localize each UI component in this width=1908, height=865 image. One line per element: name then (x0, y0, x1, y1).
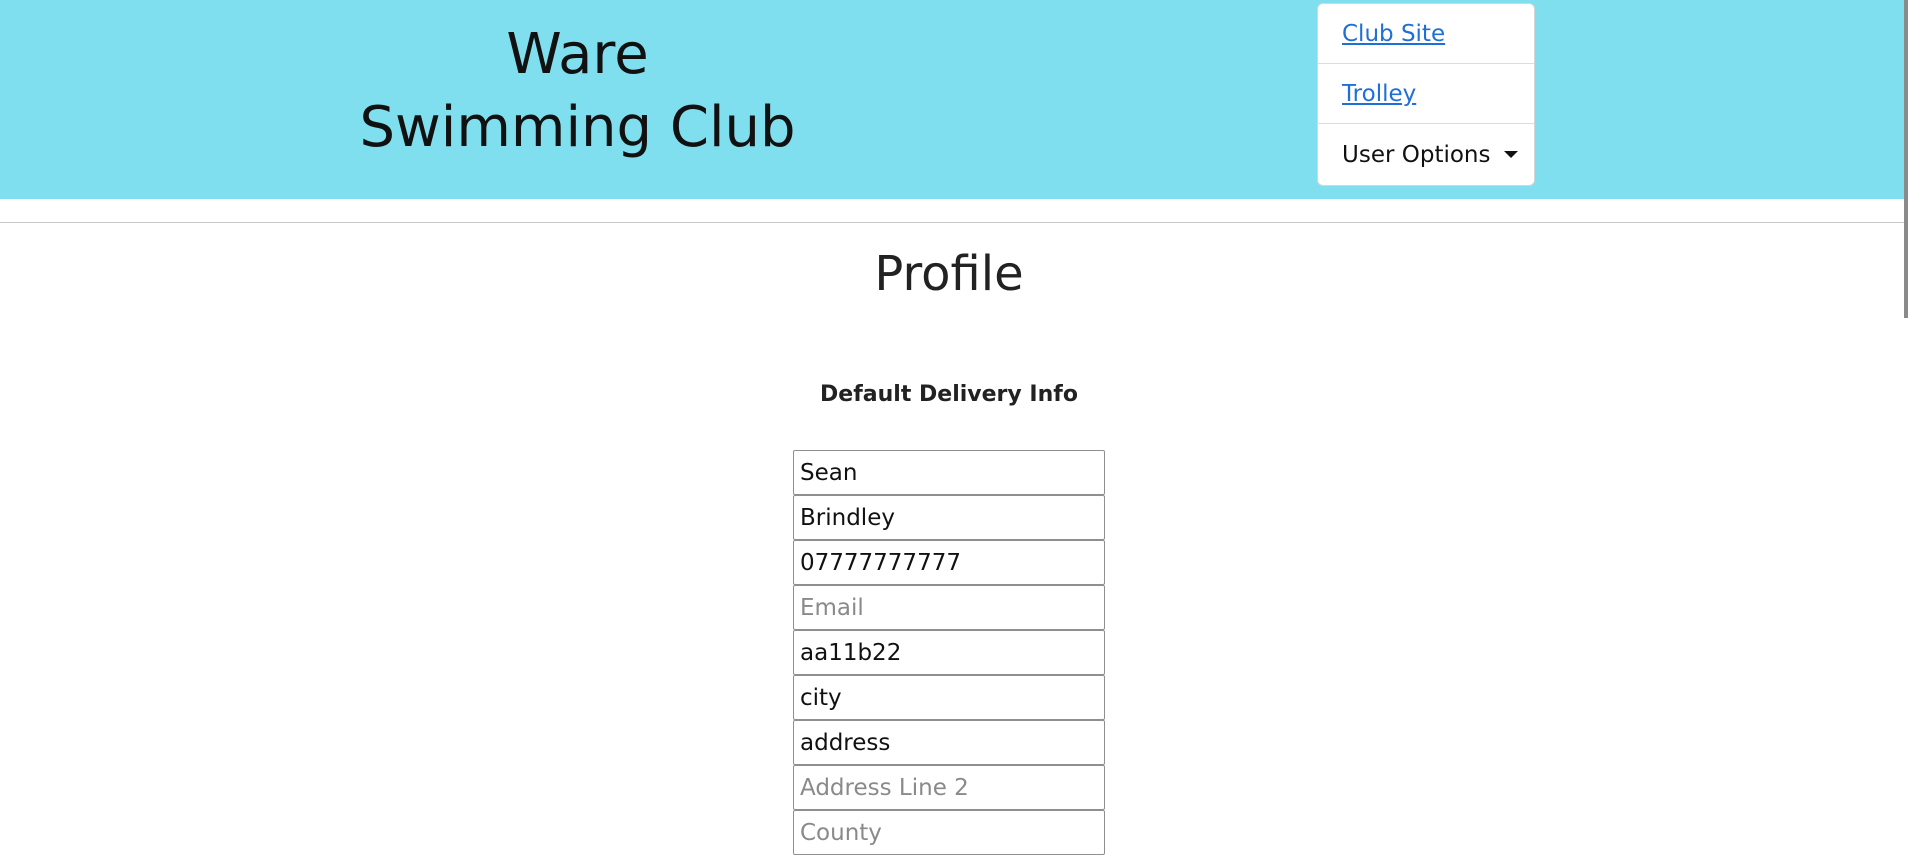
postcode-field[interactable] (793, 630, 1105, 675)
nav-item-user-options[interactable]: User Options (1318, 124, 1534, 185)
caret-down-icon (1504, 151, 1519, 158)
brand-line-1: Ware (506, 22, 649, 87)
trolley-link[interactable]: Trolley (1342, 81, 1416, 107)
brand-title: Ware Swimming Club (300, 18, 855, 164)
section-heading: Default Delivery Info (820, 382, 1078, 407)
user-options-label: User Options (1342, 141, 1491, 168)
phone-field[interactable] (793, 540, 1105, 585)
address-line-2-field[interactable] (793, 765, 1105, 810)
header-divider (0, 222, 1904, 223)
site-header: Ware Swimming Club Club Site Trolley Use… (0, 0, 1904, 199)
page: Ware Swimming Club Club Site Trolley Use… (0, 0, 1908, 865)
page-title: Profile (874, 246, 1024, 302)
club-site-link[interactable]: Club Site (1342, 21, 1445, 47)
nav-item-club-site: Club Site (1318, 4, 1534, 64)
nav-menu: Club Site Trolley User Options (1317, 3, 1535, 186)
county-field[interactable] (793, 810, 1105, 855)
scrollbar-thumb[interactable] (1904, 0, 1908, 318)
address-line-1-field[interactable] (793, 720, 1105, 765)
email-field[interactable] (793, 585, 1105, 630)
user-options-dropdown[interactable]: User Options (1342, 141, 1519, 168)
city-field[interactable] (793, 675, 1105, 720)
last-name-field[interactable] (793, 495, 1105, 540)
brand-line-2: Swimming Club (359, 95, 796, 160)
nav-item-trolley: Trolley (1318, 64, 1534, 124)
delivery-info-form (793, 450, 1105, 855)
first-name-field[interactable] (793, 450, 1105, 495)
